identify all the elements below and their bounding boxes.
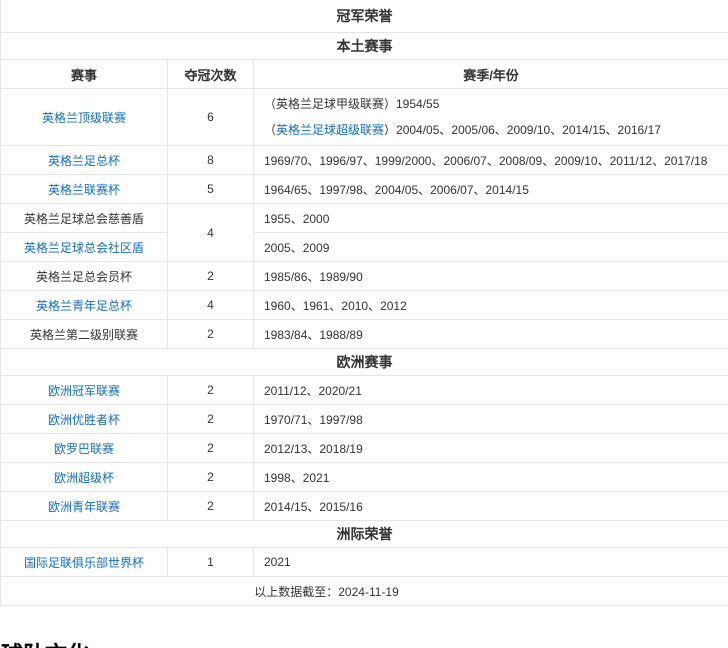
section-header-intercontinental: 洲际荣誉	[0, 520, 728, 548]
column-header-row: 赛事 夺冠次数 赛季/年份	[0, 59, 728, 89]
table-row: 英格兰第二级别联赛 2 1983/84、1988/89	[0, 319, 728, 349]
seasons-cell: 1983/84、1988/89	[253, 319, 728, 349]
competition-link[interactable]: 欧罗巴联赛	[54, 442, 114, 456]
column-header-competition: 赛事	[0, 59, 168, 89]
table-row: 欧洲超级杯 2 1998、2021	[0, 462, 728, 492]
honors-table: 冠军荣誉 本土赛事 赛事 夺冠次数 赛季/年份 英格兰顶级联赛 6 （英格兰足球…	[0, 0, 728, 606]
competition-link[interactable]: 英格兰顶级联赛	[42, 111, 126, 125]
seasons-cell: 2014/15、2015/16	[253, 491, 728, 521]
seasons-cell: 1969/70、1996/97、1999/2000、2006/07、2008/0…	[253, 145, 728, 175]
competition-link[interactable]: 英格兰足总杯	[48, 154, 120, 168]
table-row: 英格兰联赛杯 5 1964/65、1997/98、2004/05、2006/07…	[0, 174, 728, 204]
count-cell: 2	[167, 433, 254, 463]
section-header-domestic: 本土赛事	[0, 32, 728, 60]
count-cell: 5	[167, 174, 254, 204]
competition-link[interactable]: 英格兰足球总会社区盾	[24, 241, 144, 255]
table-title-row: 冠军荣誉	[0, 0, 728, 33]
competition-label: 英格兰第二级别联赛	[29, 327, 138, 342]
section-heading-team-culture: 球队文化	[1, 637, 89, 648]
competition-label: 英格兰足总会员杯	[35, 269, 132, 284]
seasons-cell: （英格兰足球甲级联赛）1954/55 （英格兰足球超级联赛）2004/05、20…	[253, 88, 728, 146]
table-row: 英格兰足总杯 8 1969/70、1996/97、1999/2000、2006/…	[0, 145, 728, 175]
table-row: 英格兰青年足总杯 4 1960、1961、2010、2012	[0, 290, 728, 320]
data-cutoff-note: 以上数据截至：2024-11-19	[0, 576, 728, 606]
table-row: 欧洲优胜者杯 2 1970/71、1997/98	[0, 404, 728, 434]
section-header-label: 本土赛事	[0, 32, 728, 60]
count-cell: 4	[167, 203, 254, 262]
seasons-cell: 1964/65、1997/98、2004/05、2006/07、2014/15	[253, 174, 728, 204]
section-header-european: 欧洲赛事	[0, 348, 728, 376]
seasons-line-1: （英格兰足球甲级联赛）1954/55	[264, 97, 440, 111]
count-cell: 2	[167, 319, 254, 349]
seasons-cell: 1960、1961、2010、2012	[253, 290, 728, 320]
competition-link[interactable]: 欧洲优胜者杯	[48, 413, 120, 427]
count-cell: 2	[167, 375, 254, 405]
count-cell: 2	[167, 404, 254, 434]
count-cell: 1	[167, 547, 254, 577]
competition-link[interactable]: 国际足联俱乐部世界杯	[24, 556, 144, 570]
seasons-cell: 1970/71、1997/98	[253, 404, 728, 434]
count-cell: 2	[167, 261, 254, 291]
section-header-label: 洲际荣誉	[0, 520, 728, 548]
competition-link[interactable]: 欧洲冠军联赛	[48, 384, 120, 398]
paren-open: （	[264, 123, 277, 137]
column-header-count: 夺冠次数	[167, 59, 254, 89]
table-row: 英格兰足球总会社区盾 2005、2009	[0, 232, 728, 262]
count-cell: 2	[167, 491, 254, 521]
competition-link[interactable]: 英格兰青年足总杯	[36, 299, 132, 313]
seasons-cell: 2021	[253, 547, 728, 577]
competition-label: 英格兰足球总会慈善盾	[23, 211, 144, 226]
seasons-line-2: （英格兰足球超级联赛）2004/05、2005/06、2009/10、2014/…	[264, 117, 728, 143]
competition-link[interactable]: 英格兰联赛杯	[48, 183, 120, 197]
seasons-cell: 1955、2000	[253, 203, 728, 233]
table-row: 欧罗巴联赛 2 2012/13、2018/19	[0, 433, 728, 463]
count-cell: 8	[167, 145, 254, 175]
footer-row: 以上数据截至：2024-11-19	[0, 576, 728, 606]
column-header-seasons: 赛季/年份	[253, 59, 728, 89]
table-row: 欧洲冠军联赛 2 2011/12、2020/21	[0, 375, 728, 405]
table-row: 英格兰足球总会慈善盾 4 1955、2000	[0, 203, 728, 262]
competition-link[interactable]: 欧洲超级杯	[54, 471, 114, 485]
seasons-cell: 2012/13、2018/19	[253, 433, 728, 463]
seasons-cell: 1985/86、1989/90	[253, 261, 728, 291]
seasons-cell: 2005、2009	[253, 232, 728, 262]
seasons-cell: 2011/12、2020/21	[253, 375, 728, 405]
count-cell: 6	[167, 88, 254, 146]
table-row: 英格兰足总会员杯 2 1985/86、1989/90	[0, 261, 728, 291]
table-row: 国际足联俱乐部世界杯 1 2021	[0, 547, 728, 577]
seasons-text: ）2004/05、2005/06、2009/10、2014/15、2016/17	[384, 123, 661, 137]
seasons-cell: 1998、2021	[253, 462, 728, 492]
section-header-label: 欧洲赛事	[0, 348, 728, 376]
table-row: 英格兰顶级联赛 6 （英格兰足球甲级联赛）1954/55 （英格兰足球超级联赛）…	[0, 88, 728, 146]
competition-link[interactable]: 欧洲青年联赛	[48, 500, 120, 514]
table-row: 欧洲青年联赛 2 2014/15、2015/16	[0, 491, 728, 521]
count-cell: 4	[167, 290, 254, 320]
count-cell: 2	[167, 462, 254, 492]
table-title: 冠军荣誉	[0, 0, 728, 33]
premier-league-link[interactable]: 英格兰足球超级联赛	[276, 123, 384, 137]
